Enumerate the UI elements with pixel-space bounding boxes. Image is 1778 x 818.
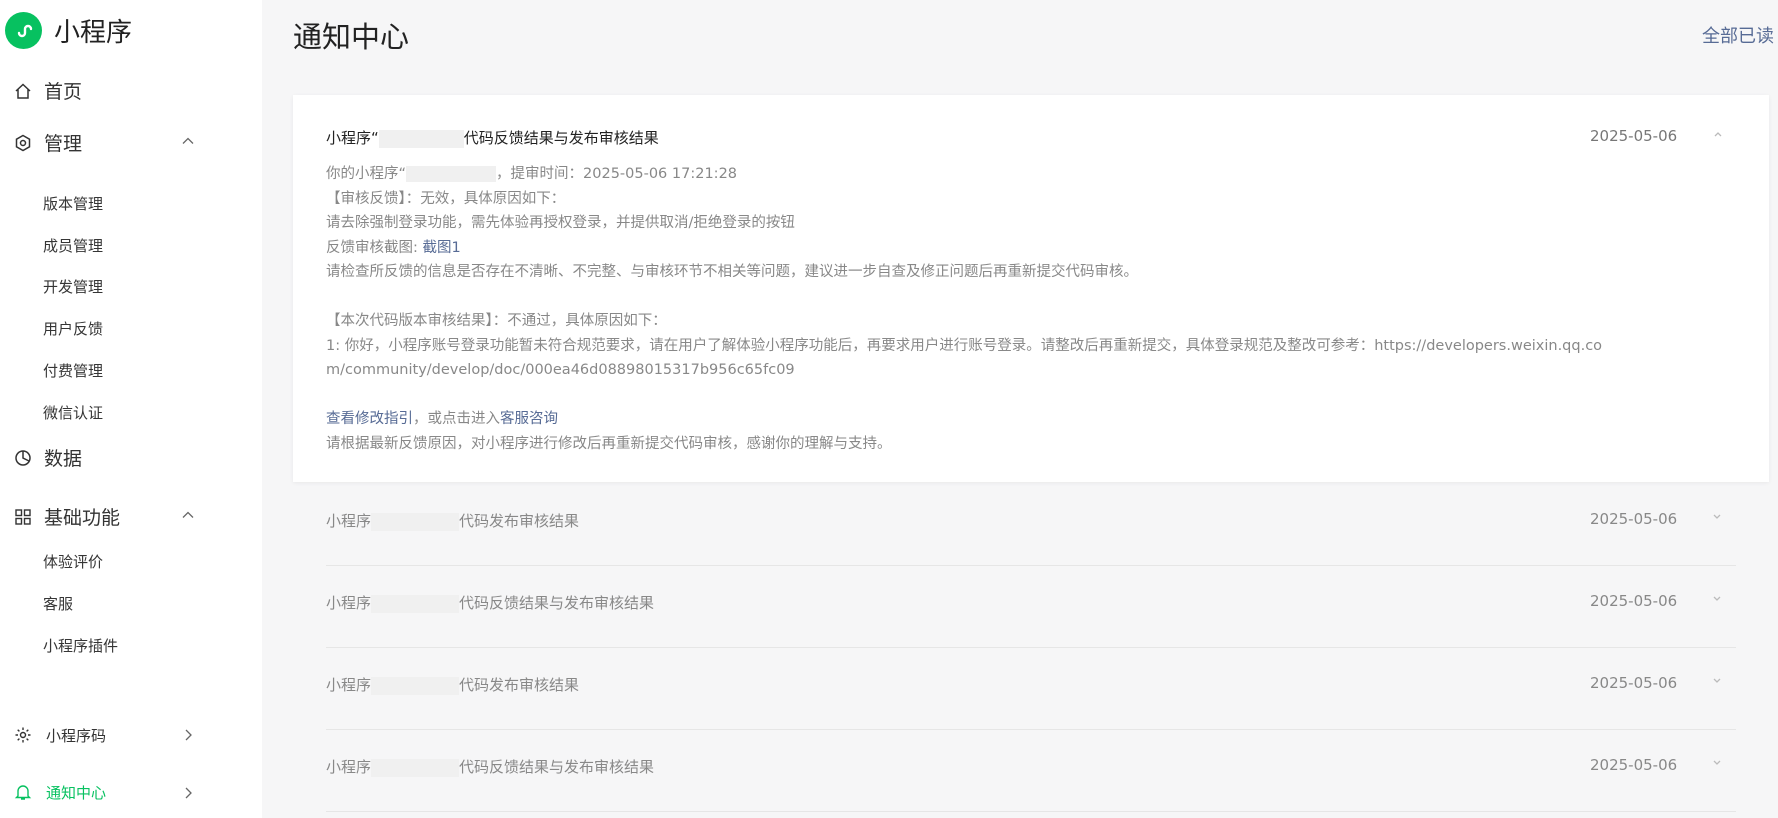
sidebar-item-label: 首页	[44, 81, 83, 103]
sidebar-item-label: 数据	[44, 448, 83, 470]
sidebar-item-plugin[interactable]: 小程序插件	[43, 635, 118, 656]
home-icon	[12, 80, 34, 102]
manage-icon	[12, 132, 34, 154]
sidebar-item-feedback[interactable]: 用户反馈	[43, 318, 103, 339]
detail-line: 请根据最新反馈原因，对小程序进行修改后再重新提交代码审核，感谢你的理解与支持。	[326, 435, 892, 452]
row-date: 2025-05-06	[1590, 592, 1678, 610]
chevron-up-icon[interactable]	[1711, 127, 1725, 141]
sidebar-item-version[interactable]: 版本管理	[43, 193, 103, 214]
chevron-right-icon[interactable]	[180, 727, 196, 743]
row-prefix: 小程序	[326, 758, 372, 776]
sidebar-item-data[interactable]: 数据	[12, 444, 82, 471]
screenshot-link[interactable]: 截图1	[423, 240, 461, 256]
detail-line: 【本次代码版本审核结果】：不通过，具体原因如下：	[326, 313, 667, 329]
detail-line1-suffix: ，提审时间：2025-05-06 17:21:28	[496, 166, 738, 182]
redacted-name	[371, 676, 460, 695]
row-title: 小程序 代码反馈结果与发布审核结果	[326, 756, 654, 777]
chevron-down-icon[interactable]	[1710, 674, 1724, 688]
customer-service-link[interactable]: 客服咨询	[500, 411, 558, 427]
detail-line4-label: 反馈审核截图:	[326, 239, 423, 256]
redacted-name	[378, 129, 464, 148]
sidebar-item-label: 小程序码	[46, 726, 107, 745]
row-title: 小程序 代码反馈结果与发布审核结果	[326, 592, 654, 613]
detail-line: 请去除强制登录功能，需先体验再授权登录，并提供取消/拒绝登录的按钮	[326, 215, 795, 231]
sidebar: 小程序 首页 管理 版本管理 成员管理 开发管理 用户反馈 付费管理 微信认证 …	[0, 0, 262, 818]
notification-title: 小程序“ 代码反馈结果与发布审核结果	[326, 127, 659, 148]
sidebar-item-service[interactable]: 客服	[43, 593, 73, 614]
logo[interactable]: 小程序	[5, 12, 132, 49]
row-suffix: 代码反馈结果与发布审核结果	[459, 758, 655, 776]
sidebar-item-wechat-auth[interactable]: 微信认证	[43, 402, 103, 423]
page-title: 通知中心	[293, 20, 410, 54]
row-title: 小程序 代码发布审核结果	[326, 510, 579, 531]
sidebar-item-basic[interactable]: 基础功能	[12, 503, 120, 530]
sidebar-item-home[interactable]: 首页	[12, 77, 82, 104]
notification-card-expanded[interactable]: 小程序“ 代码反馈结果与发布审核结果 2025-05-06 你的小程序“ ，提审时间…	[293, 95, 1769, 482]
row-suffix: 代码发布审核结果	[459, 512, 580, 530]
bell-icon	[12, 781, 34, 803]
sidebar-item-payment[interactable]: 付费管理	[43, 360, 103, 381]
row-date: 2025-05-06	[1590, 756, 1678, 774]
sidebar-item-manage[interactable]: 管理	[12, 129, 82, 156]
detail-line: m/community/develop/doc/000ea46d08898015…	[326, 362, 795, 378]
sidebar-item-members[interactable]: 成员管理	[43, 235, 103, 256]
row-prefix: 小程序	[326, 512, 372, 530]
data-icon	[12, 447, 34, 469]
detail-line: 请检查所反馈的信息是否存在不清晰、不完整、与审核环节不相关等问题，建议进一步自查…	[326, 264, 1138, 280]
redacted-name	[371, 512, 460, 531]
chevron-up-icon[interactable]	[180, 133, 196, 149]
sidebar-item-label: 通知中心	[46, 783, 107, 802]
notification-row[interactable]: 小程序 代码发布审核结果 2025-05-06	[326, 484, 1736, 566]
notification-row[interactable]: 小程序 代码发布审核结果 2025-05-06	[326, 648, 1736, 730]
sidebar-item-label: 基础功能	[44, 507, 121, 529]
grid-icon	[12, 506, 34, 528]
title-prefix: 小程序“	[326, 129, 379, 147]
chevron-right-icon[interactable]	[180, 785, 196, 801]
qrcode-icon	[12, 724, 34, 746]
chevron-up-icon[interactable]	[180, 507, 196, 523]
notification-row[interactable]: 小程序 代码反馈结果与发布审核结果 2025-05-06	[326, 566, 1736, 648]
redacted-name	[406, 166, 497, 182]
row-suffix: 代码发布审核结果	[459, 676, 580, 694]
row-prefix: 小程序	[326, 594, 372, 612]
sidebar-item-experience[interactable]: 体验评价	[43, 551, 103, 572]
chevron-down-icon[interactable]	[1710, 510, 1724, 524]
redacted-name	[371, 758, 460, 777]
sidebar-item-label: 管理	[44, 133, 83, 155]
notification-detail: 你的小程序“ ，提审时间：2025-05-06 17:21:28 【审核反馈】：无…	[326, 162, 1726, 456]
sidebar-item-qrcode[interactable]: 小程序码	[12, 724, 106, 746]
sidebar-item-notify[interactable]: 通知中心	[12, 781, 106, 803]
sidebar-fade	[0, 668, 262, 698]
guide-link[interactable]: 查看修改指引	[326, 411, 413, 427]
miniprogram-logo-icon	[5, 12, 42, 49]
notification-date: 2025-05-06	[1590, 127, 1678, 145]
row-date: 2025-05-06	[1590, 510, 1678, 528]
detail-line: 1: 你好，小程序账号登录功能暂未符合规范要求，请在用户了解体验小程序功能后，再…	[326, 337, 1603, 354]
guide-mid-text: ，或点击进入	[413, 411, 500, 427]
detail-line1-prefix: 你的小程序“	[326, 166, 407, 182]
app-name: 小程序	[54, 18, 133, 48]
row-title: 小程序 代码发布审核结果	[326, 674, 579, 695]
redacted-name	[371, 594, 460, 613]
notification-row[interactable]: 小程序 代码反馈结果与发布审核结果 2025-05-06	[326, 730, 1736, 812]
row-suffix: 代码反馈结果与发布审核结果	[459, 594, 655, 612]
sidebar-item-dev[interactable]: 开发管理	[43, 276, 103, 297]
title-suffix: 代码反馈结果与发布审核结果	[463, 129, 659, 147]
row-date: 2025-05-06	[1590, 674, 1678, 692]
chevron-down-icon[interactable]	[1710, 756, 1724, 770]
row-prefix: 小程序	[326, 676, 372, 694]
detail-line: 【审核反馈】：无效，具体原因如下：	[326, 190, 566, 207]
chevron-down-icon[interactable]	[1710, 592, 1724, 606]
mark-all-read-link[interactable]: 全部已读	[1702, 22, 1774, 48]
